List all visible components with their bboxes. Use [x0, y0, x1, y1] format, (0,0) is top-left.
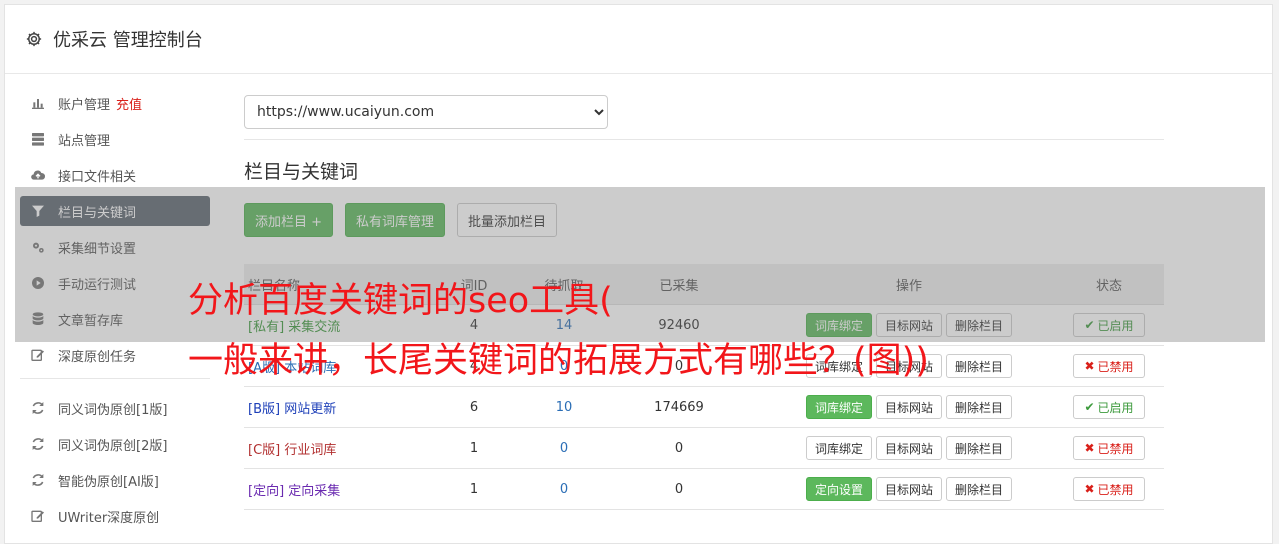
refresh-icon [32, 438, 44, 450]
sidebar-item-label: 深度原创任务 [58, 349, 137, 365]
status-toggle[interactable]: ✖ 已禁用 [1073, 477, 1145, 501]
edit-icon [31, 510, 44, 522]
sidebar-item-label: 站点管理 [58, 133, 111, 149]
status-cell: ✔ 已启用 [1054, 386, 1164, 428]
sidebar-item[interactable]: 账户管理 充值 [20, 88, 210, 118]
divider [244, 139, 1164, 140]
sidebar-item[interactable]: 站点管理 [20, 124, 210, 154]
ops-cell: 定向设置 目标网站 删除栏目 [764, 468, 1054, 510]
column-name: 定向采集 [288, 483, 341, 499]
pending-cell: 0 [534, 468, 594, 510]
refresh-icon [32, 402, 44, 414]
status-label: 已禁用 [1097, 441, 1134, 456]
target-site-button[interactable]: 目标网站 [875, 436, 942, 460]
bind-button[interactable]: 词库绑定 [805, 395, 872, 419]
edit-icon [31, 349, 44, 361]
column-tag: [定向] [248, 483, 285, 499]
target-site-button[interactable]: 目标网站 [875, 395, 942, 419]
x-icon: ✖ [1084, 482, 1095, 496]
x-icon: ✖ [1084, 441, 1095, 455]
refresh-icon [32, 474, 44, 486]
column-name-cell[interactable]: [定向] 定向采集 [244, 468, 414, 510]
console-header: 优采云 管理控制台 [5, 5, 1272, 74]
collected-cell: 174669 [594, 386, 764, 428]
delete-column-button[interactable]: 删除栏目 [946, 477, 1013, 501]
cloud-upload-icon [31, 170, 46, 180]
column-tag: [C版] [248, 442, 281, 458]
sidebar-divider [20, 378, 210, 379]
word-id-cell: 6 [414, 386, 534, 428]
status-label: 已启用 [1097, 400, 1134, 415]
sidebar-item-label: 智能伪原创[AI版] [58, 474, 159, 490]
delete-column-button[interactable]: 删除栏目 [946, 395, 1013, 419]
sidebar-item[interactable]: 接口文件相关 [20, 160, 210, 190]
overlay-headline-2: 一般来讲，长尾关键词的拓展方式有哪些？(图)) [188, 341, 929, 381]
site-select[interactable]: https://www.ucaiyun.com [244, 95, 608, 129]
table-row: [定向] 定向采集 1 0 0 定向设置 目标网站 删除栏目 ✖ 已禁用 [244, 468, 1164, 510]
server-icon [32, 133, 44, 146]
section-title: 栏目与关键词 [244, 161, 359, 183]
column-name: 行业词库 [284, 442, 337, 458]
status-cell: ✖ 已禁用 [1054, 468, 1164, 510]
status-cell: ✖ 已禁用 [1054, 345, 1164, 387]
pending-cell: 0 [534, 427, 594, 469]
sidebar-item[interactable]: 同义词伪原创[2版] [20, 429, 210, 459]
sidebar-item-label: 接口文件相关 [58, 169, 137, 185]
bar-chart-icon [32, 99, 44, 109]
sidebar-item-label: 同义词伪原创[2版] [58, 438, 168, 454]
page-title: 优采云 管理控制台 [53, 30, 203, 51]
status-toggle[interactable]: ✖ 已禁用 [1073, 436, 1145, 460]
table-row: [B版] 网站更新 6 10 174669 词库绑定 目标网站 删除栏目 ✔ 已启用 [244, 386, 1164, 428]
recharge-link[interactable]: 充值 [116, 94, 142, 113]
status-label: 已禁用 [1097, 482, 1134, 497]
sidebar-item[interactable]: 同义词伪原创[1版] [20, 393, 210, 423]
bind-button[interactable]: 词库绑定 [805, 436, 872, 460]
gear-icon [26, 31, 42, 47]
status-cell: ✖ 已禁用 [1054, 427, 1164, 469]
sidebar-item-label: 同义词伪原创[1版] [58, 402, 168, 418]
ops-cell: 词库绑定 目标网站 删除栏目 [764, 427, 1054, 469]
word-id-cell: 1 [414, 427, 534, 469]
target-site-button[interactable]: 目标网站 [875, 477, 942, 501]
sidebar-item[interactable]: 深度原创任务 [20, 340, 210, 370]
bind-button[interactable]: 定向设置 [805, 477, 872, 501]
table-row: [C版] 行业词库 1 0 0 词库绑定 目标网站 删除栏目 ✖ 已禁用 [244, 427, 1164, 469]
overlay-headline-1: 分析百度关键词的seo工具( [188, 281, 613, 321]
delete-column-button[interactable]: 删除栏目 [946, 436, 1013, 460]
sidebar-item[interactable]: UWriter深度原创 [20, 501, 210, 531]
delete-column-button[interactable]: 删除栏目 [946, 354, 1013, 378]
column-name-cell[interactable]: [B版] 网站更新 [244, 386, 414, 428]
x-icon: ✖ [1084, 359, 1095, 373]
status-toggle[interactable]: ✖ 已禁用 [1073, 354, 1145, 378]
pending-cell: 10 [534, 386, 594, 428]
column-name: 网站更新 [284, 401, 337, 417]
sidebar-item[interactable]: 智能伪原创[AI版] [20, 465, 210, 495]
status-label: 已禁用 [1097, 359, 1134, 374]
check-icon: ✔ [1084, 400, 1095, 414]
status-toggle[interactable]: ✔ 已启用 [1073, 395, 1145, 419]
ops-cell: 词库绑定 目标网站 删除栏目 [764, 386, 1054, 428]
word-id-cell: 1 [414, 468, 534, 510]
sidebar-item-label: UWriter深度原创 [58, 510, 160, 526]
column-tag: [B版] [248, 401, 281, 417]
sidebar-item-label: 账户管理 [58, 97, 111, 113]
collected-cell: 0 [594, 468, 764, 510]
collected-cell: 0 [594, 427, 764, 469]
column-name-cell[interactable]: [C版] 行业词库 [244, 427, 414, 469]
